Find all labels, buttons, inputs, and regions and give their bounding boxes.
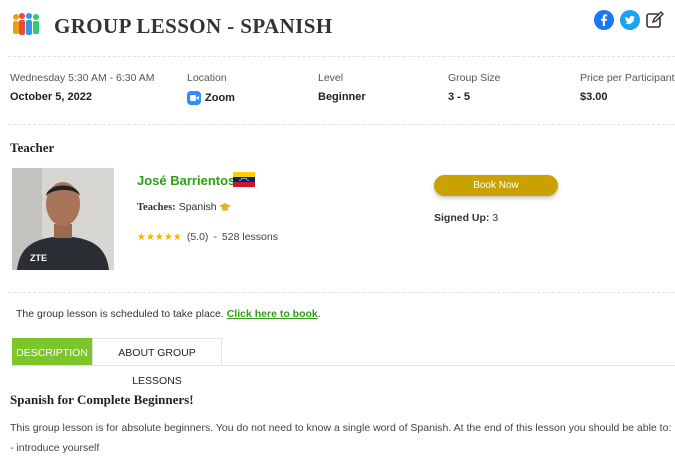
teaches-label: Teaches: [137,201,176,213]
group-people-icon [13,13,39,35]
location-column: Location Zoom [187,72,235,105]
info-divider [8,124,675,125]
edit-icon[interactable] [645,10,665,30]
rating-value: (5.0) [186,231,209,243]
lesson-tabs: DESCRIPTION ABOUT GROUP LESSONS [12,338,222,387]
page-title: GROUP LESSON - SPANISH [54,14,333,38]
group-size-value: 3 - 5 [448,91,471,103]
rating-separator: - [213,231,217,243]
teacher-name[interactable]: José Barrientos [137,173,235,188]
tab-description[interactable]: DESCRIPTION [12,338,92,366]
price-column: Price per Participant $3.00 [580,72,675,103]
date-time-label: Wednesday 5:30 AM - 6:30 AM [10,72,155,84]
signed-up-label: Signed Up: [434,212,490,224]
level-value: Beginner [318,91,366,103]
page-header: GROUP LESSON - SPANISH [0,0,675,56]
description-bullet: - introduce yourself [10,442,100,454]
tab-about-group-lessons[interactable]: ABOUT GROUP LESSONS [92,338,222,387]
book-link[interactable]: Click here to book [227,308,318,320]
description-title: Spanish for Complete Beginners! [10,392,194,407]
rating-row: ★★★★★ (5.0) - 528 lessons [137,231,278,243]
teacher-heading: Teacher [10,140,55,155]
location-text: Zoom [205,92,235,104]
level-label: Level [318,72,344,84]
level-column: Level Beginner [318,72,366,103]
zoom-icon [187,91,201,105]
date-column: Wednesday 5:30 AM - 6:30 AM October 5, 2… [10,72,155,103]
date-value: October 5, 2022 [10,91,92,103]
location-label: Location [187,72,227,84]
teacher-divider [8,292,675,293]
lesson-count: 528 lessons [221,231,278,243]
teacher-portrait-image: ZTE [12,168,114,270]
location-value: Zoom [187,91,235,105]
teacher-photo[interactable]: ZTE [12,168,114,270]
rating-stars-icon: ★★★★★ [137,231,182,243]
book-now-button[interactable]: Book Now [434,175,558,196]
signed-up-value: 3 [492,212,499,224]
teaches-row: Teaches: Spanish [137,201,231,213]
facebook-icon[interactable] [594,10,614,30]
shirt-logo-text: ZTE [30,253,47,263]
notice-end: . [317,308,321,320]
group-size-label: Group Size [448,72,501,84]
lesson-info-row: Wednesday 5:30 AM - 6:30 AM October 5, 2… [0,72,675,112]
group-size-column: Group Size 3 - 5 [448,72,501,103]
price-value: $3.00 [580,91,608,103]
notice-text: The group lesson is scheduled to take pl… [16,308,224,320]
schedule-notice: The group lesson is scheduled to take pl… [16,308,321,320]
graduation-cap-icon [218,203,231,211]
venezuela-flag-icon [233,172,255,187]
tabs-underline [12,365,675,366]
price-label: Price per Participant [580,72,675,84]
description-body: This group lesson is for absolute beginn… [10,422,672,434]
header-divider [8,56,675,57]
twitter-icon[interactable] [620,10,640,30]
signed-up-count: Signed Up: 3 [434,212,498,224]
teaches-language: Spanish [178,201,217,213]
